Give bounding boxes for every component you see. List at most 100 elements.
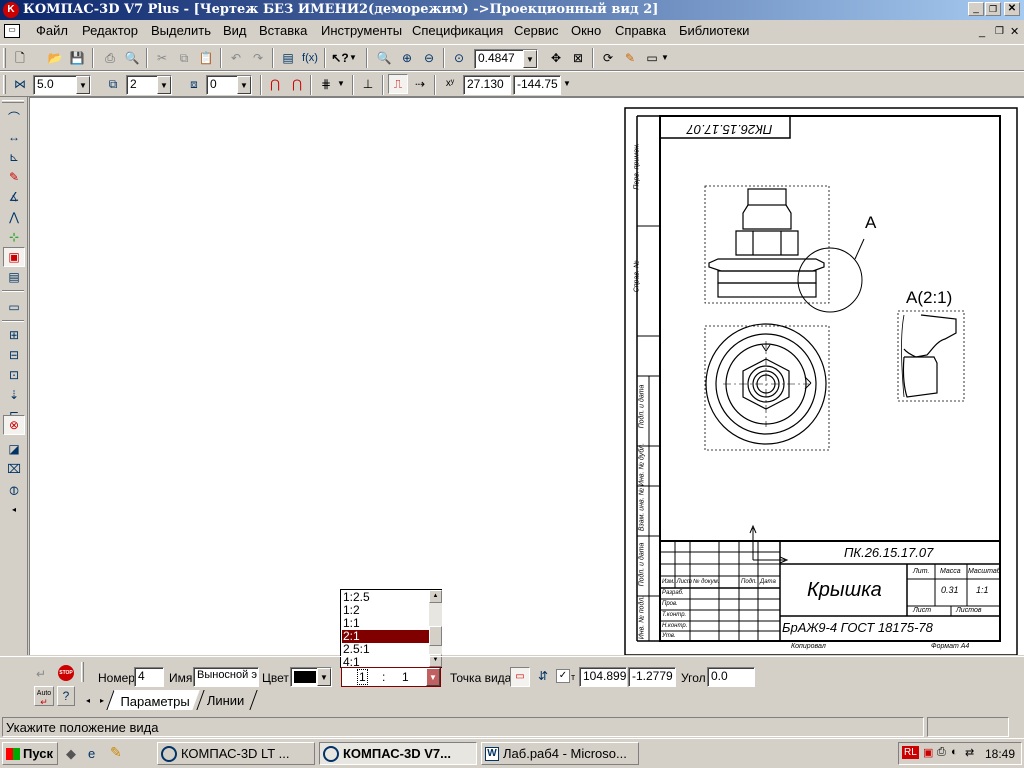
auto-create-button[interactable]: Auto ↵ [34,686,54,707]
app-icon[interactable]: K [3,2,19,18]
menu-tools[interactable]: Инструменты [321,23,402,38]
show-all-icon[interactable]: ⊠ [568,48,588,68]
point-y-input[interactable]: -1.2779 [628,667,676,687]
task-kompas-v7[interactable]: КОМПАС-3D V7... [319,742,477,765]
edit-icon[interactable]: ✎ [3,167,25,187]
menu-file[interactable]: Файл [36,23,68,38]
tab-prev-icon[interactable]: ◂ [86,696,90,705]
quicklaunch-pen-icon[interactable]: ✎ [110,744,122,761]
help-pointer-icon[interactable]: ↖? [330,48,350,68]
minimize-button[interactable]: _ [968,2,984,16]
coord-y-field[interactable]: -144.75 [513,75,561,95]
scale-dropdown-icon[interactable]: ▼ [426,668,440,686]
color-select[interactable]: ▼ [290,667,332,687]
zoom-scale-icon[interactable]: ⊙ [449,48,469,68]
tab-lines[interactable]: Линии [196,690,258,710]
point-check-icon[interactable]: ✓ [556,669,570,683]
lang-indicator[interactable]: RL [902,746,919,759]
menu-libraries[interactable]: Библиотеки [679,23,749,38]
parametrize-icon[interactable]: ∡ [3,187,25,207]
doc-restore-icon[interactable]: ❐ [995,26,1004,37]
magnet-icon[interactable]: ⋂ [265,74,285,94]
help-icon[interactable]: ? [57,686,75,706]
point-snap-icon[interactable]: ⇵ [533,667,553,687]
properties-icon[interactable]: ✎ [620,48,640,68]
open-icon[interactable]: 📂 [45,48,65,68]
start-button[interactable]: Пуск [2,742,58,765]
tray-volume-icon[interactable]: ◐ [951,746,958,758]
cut-icon[interactable]: ✂ [152,48,172,68]
paste-icon[interactable]: 📋 [196,48,216,68]
doc-close-icon[interactable]: ✕ [1010,25,1019,38]
help-dropdown-icon[interactable]: ▼ [348,48,358,68]
view-manager-icon[interactable]: ▭ [642,48,662,68]
maximize-button[interactable]: ❐ [985,2,1001,16]
angle-input[interactable]: 0.0 [707,667,755,687]
arrow-view-icon[interactable]: ⊡ [3,365,25,385]
zoom-input[interactable]: 0.4847 ▼ [474,49,538,69]
tray-network-icon[interactable]: ⇄ [965,746,974,759]
doc-minimize-icon[interactable]: _ [979,26,985,38]
style-dropdown-icon[interactable]: ▼ [237,76,251,94]
preview-icon[interactable]: 🔍 [122,48,142,68]
snap-step-icon[interactable]: ⋈ [10,74,30,94]
local-cs-icon[interactable]: ⊥ [358,74,378,94]
stop-icon[interactable]: STOP [58,665,74,681]
coord-x-field[interactable]: 27.130 [463,75,511,95]
standard-view-icon[interactable]: ⊞ [3,325,25,345]
style-input[interactable]: 0 ▼ [206,75,252,95]
layer-dropdown-icon[interactable]: ▼ [157,76,171,94]
menu-window[interactable]: Окно [571,23,601,38]
save-icon[interactable]: 💾 [67,48,87,68]
measure-icon[interactable]: ⋀ [3,207,25,227]
number-input[interactable]: 4 [134,667,164,687]
zoom-dropdown-icon[interactable]: ▼ [523,50,537,68]
scroll-up-icon[interactable]: ▲ [429,590,442,603]
quicklaunch-desktop-icon[interactable]: ◆ [66,746,76,762]
point-x-input[interactable]: 104.899 [579,667,627,687]
tray-printer-icon[interactable]: ⎙ [937,746,946,759]
panel-more-icon[interactable]: ◂ [3,499,25,519]
redo-icon[interactable]: ↷ [248,48,268,68]
function-icon[interactable]: f(x) [300,48,320,68]
spec-icon[interactable]: ▤ [3,267,25,287]
detail-view-icon[interactable]: ⊗ [3,415,25,435]
grid-dropdown-icon[interactable]: ▼ [336,74,346,94]
menu-help[interactable]: Справка [615,23,666,38]
section-view-icon[interactable]: ⇣ [3,385,25,405]
zoom-in-icon[interactable]: ⊕ [397,48,417,68]
tab-next-icon[interactable]: ▸ [100,696,104,705]
print-icon[interactable]: ⎙ [100,48,120,68]
manager-icon[interactable]: ▤ [278,48,298,68]
scroll-thumb[interactable] [429,626,442,646]
undo-icon[interactable]: ↶ [226,48,246,68]
pan-icon[interactable]: ✥ [546,48,566,68]
grid-icon[interactable]: ⋕ [316,74,336,94]
tray-app-icon[interactable]: ▣ [923,746,933,759]
menu-service[interactable]: Сервис [514,23,559,38]
refresh-icon[interactable]: ⟳ [598,48,618,68]
copy-icon[interactable]: ⧉ [174,48,194,68]
layer-input[interactable]: 2 ▼ [126,75,172,95]
point-pick-button[interactable]: ▭ [510,667,530,687]
view-dropdown-icon[interactable]: ▼ [660,48,670,68]
dimensions-icon[interactable]: ↔ [3,127,25,147]
style-icon[interactable]: ⧈ [184,74,204,94]
step-dropdown-icon[interactable]: ▼ [76,76,90,94]
tab-parameters[interactable]: Параметры [106,690,200,710]
doc-icon[interactable]: ▭ [4,24,20,38]
scale-combo[interactable]: 1 : 1 ▼ [341,667,441,687]
back-arrow-icon[interactable]: ↵ [36,667,46,681]
menu-view[interactable]: Вид [223,23,247,38]
projection-view-icon[interactable]: ⊟ [3,345,25,365]
geometry-icon[interactable]: ⌒ [3,107,25,127]
reports-icon[interactable]: ▭ [3,297,25,317]
task-kompas-lt[interactable]: КОМПАС-3D LT ... [157,742,315,765]
drawing-canvas[interactable]: ПК26.15.17.07 А А(2:1) ПК.26.15.17.07 Кр… [29,97,1024,655]
cursor-icon[interactable]: ⇢ [410,74,430,94]
layer-icon[interactable]: ⧉ [103,74,123,94]
zoom-out-icon[interactable]: ⊖ [419,48,439,68]
menu-select[interactable]: Выделить [151,23,211,38]
menu-insert[interactable]: Вставка [259,23,307,38]
close-button[interactable]: ✕ [1004,2,1020,16]
